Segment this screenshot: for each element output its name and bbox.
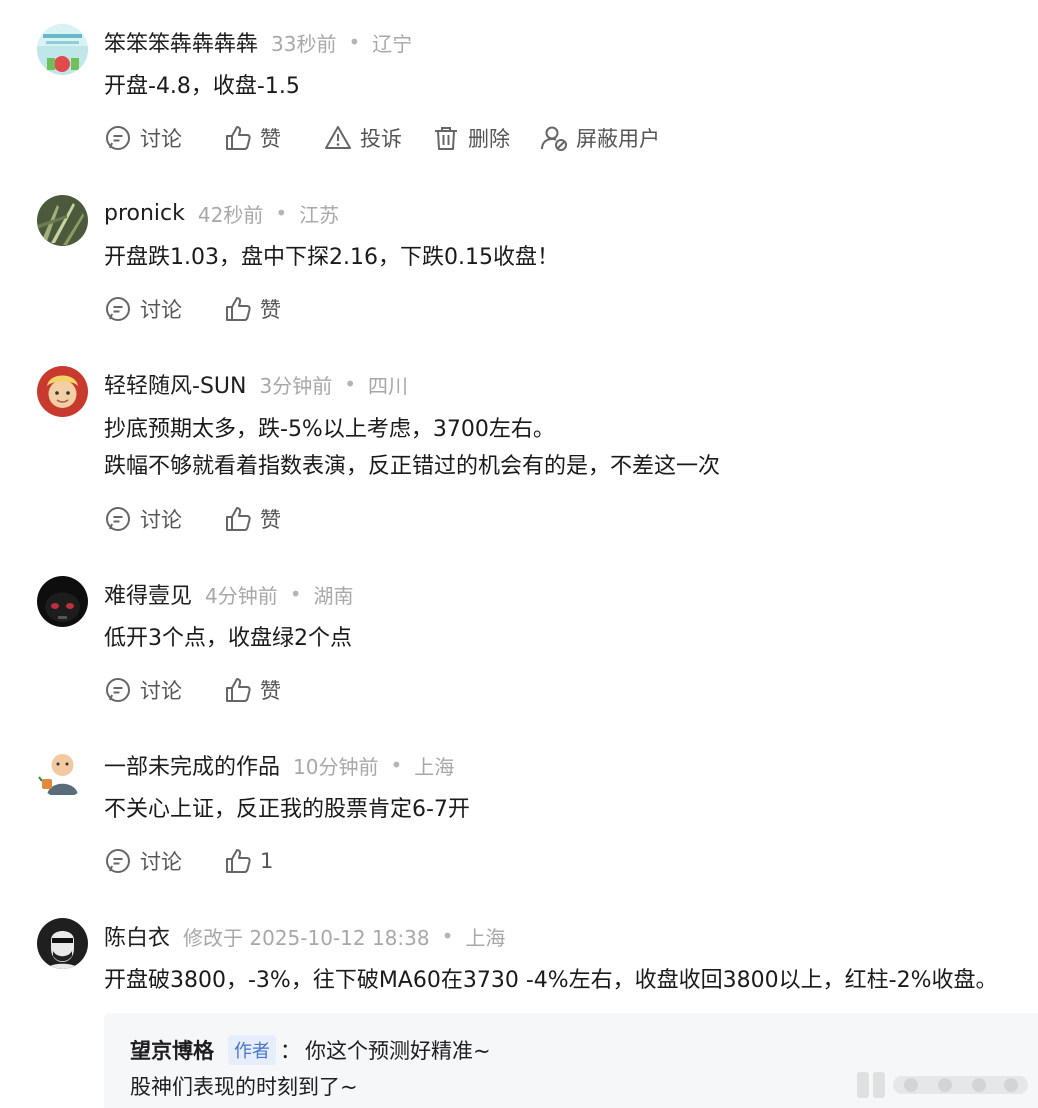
reply-text: 你这个预测好精准~ [305, 1039, 491, 1063]
thumbs-up-icon [224, 847, 252, 875]
delete-label: 删除 [468, 127, 510, 151]
avatar[interactable] [37, 747, 88, 798]
discuss-label: 讨论 [140, 850, 182, 874]
comment-line: 跌幅不够就看着指数表演，反正错过的机会有的是，不差这一次 [104, 454, 721, 479]
block-user-label: 屏蔽用户 [576, 127, 660, 151]
report-button[interactable]: 投诉 [324, 123, 402, 153]
like-label: 赞 [260, 127, 281, 151]
comment-line: 低开3个点，收盘绿2个点 [104, 626, 352, 651]
comment-text: 低开3个点，收盘绿2个点 [104, 620, 352, 657]
comment-text: 开盘跌1.03，盘中下探2.16，下跌0.15收盘！ [104, 239, 559, 276]
discuss-label: 讨论 [140, 127, 182, 151]
separator-dot: • [441, 924, 454, 948]
comment-line: 开盘-4.8，收盘-1.5 [104, 74, 300, 99]
action-bar: 讨论 赞 投诉 删除 屏蔽用户 [104, 121, 660, 155]
chat-bubble-icon [104, 505, 132, 533]
watermark-logo [855, 1066, 1035, 1104]
action-bar: 讨论 赞 [104, 673, 324, 707]
author-badge: 作者 [228, 1035, 276, 1065]
like-button[interactable]: 1 [224, 847, 273, 875]
trash-icon [432, 124, 460, 152]
comment-line: 不关心上证，反正我的股票肯定6-7开 [104, 797, 470, 822]
reply-author-name[interactable]: 望京博格 [130, 1035, 214, 1065]
thumbs-up-icon [224, 295, 252, 323]
discuss-button[interactable]: 讨论 [104, 846, 182, 876]
avatar[interactable] [37, 195, 88, 246]
like-count: 1 [260, 849, 274, 873]
block-user-button[interactable]: 屏蔽用户 [540, 123, 660, 153]
reply-text: 股神们表现的时刻到了~ [130, 1075, 358, 1099]
username[interactable]: 一部未完成的作品 [104, 749, 280, 781]
thumbs-up-icon [224, 124, 252, 152]
like-label: 赞 [260, 508, 281, 532]
timestamp: 33秒前 [271, 31, 337, 56]
warning-icon [324, 124, 352, 152]
separator-dot: • [348, 30, 361, 54]
separator-dot: • [390, 753, 403, 777]
discuss-button[interactable]: 讨论 [104, 504, 182, 534]
like-button[interactable]: 赞 [224, 294, 281, 324]
discuss-label: 讨论 [140, 679, 182, 703]
comment-line: 开盘跌1.03，盘中下探2.16，下跌0.15收盘！ [104, 245, 559, 270]
chat-bubble-icon [104, 295, 132, 323]
timestamp: 10分钟前 [293, 754, 379, 779]
chat-bubble-icon [104, 676, 132, 704]
discuss-button[interactable]: 讨论 [104, 123, 182, 153]
action-bar: 讨论 赞 [104, 292, 324, 326]
comment-text: 抄底预期太多，跌-5%以上考虑，3700左右。 跌幅不够就看着指数表演，反正错过… [104, 411, 720, 485]
separator-dot: • [344, 372, 356, 396]
avatar[interactable] [37, 24, 88, 75]
separator-dot: • [289, 582, 302, 606]
timestamp: 4分钟前 [205, 583, 278, 608]
location: 辽宁 [372, 31, 413, 56]
chat-bubble-icon [104, 124, 132, 152]
thumbs-up-icon [224, 505, 252, 533]
avatar[interactable] [37, 366, 88, 417]
timestamp: 42秒前 [197, 202, 264, 227]
delete-button[interactable]: 删除 [432, 123, 510, 153]
like-button[interactable]: 赞 [224, 675, 281, 705]
username[interactable]: 轻轻随风-SUN [104, 368, 246, 400]
comment-text: 不关心上证，反正我的股票肯定6-7开 [104, 791, 470, 828]
thumbs-up-icon [224, 676, 252, 704]
timestamp: 修改于 2025-10-12 18:38 [183, 925, 430, 950]
avatar[interactable] [37, 576, 88, 627]
location: 湖南 [313, 583, 354, 608]
reply-colon: ： [280, 1039, 301, 1063]
block-user-icon [540, 124, 568, 152]
comment-line: 开盘破3800，-3%，往下破MA60在3730 -4%左右，收盘收回3800以… [104, 968, 998, 993]
report-label: 投诉 [360, 127, 402, 151]
like-label: 赞 [260, 679, 281, 703]
like-button[interactable]: 赞 [224, 123, 281, 153]
username[interactable]: 笨笨笨犇犇犇犇 [104, 26, 258, 58]
discuss-label: 讨论 [140, 508, 182, 532]
chat-bubble-icon [104, 847, 132, 875]
separator-dot: • [275, 201, 288, 225]
discuss-button[interactable]: 讨论 [104, 294, 182, 324]
username[interactable]: 难得壹见 [104, 578, 192, 610]
like-label: 赞 [260, 298, 281, 322]
location: 上海 [414, 754, 455, 779]
comment-line: 抄底预期太多，跌-5%以上考虑，3700左右。 [104, 417, 555, 442]
action-bar: 讨论 赞 [104, 502, 324, 536]
action-bar: 讨论 1 [104, 844, 316, 878]
discuss-button[interactable]: 讨论 [104, 675, 182, 705]
avatar[interactable] [37, 918, 88, 969]
comment-text: 开盘破3800，-3%，往下破MA60在3730 -4%左右，收盘收回3800以… [104, 962, 998, 999]
location: 江苏 [299, 202, 340, 227]
like-button[interactable]: 赞 [224, 504, 281, 534]
timestamp: 3分钟前 [259, 373, 333, 398]
location: 上海 [465, 925, 506, 950]
username[interactable]: 陈白衣 [104, 920, 170, 952]
discuss-label: 讨论 [140, 298, 182, 322]
comment-text: 开盘-4.8，收盘-1.5 [104, 68, 300, 105]
location: 四川 [368, 373, 408, 398]
username[interactable]: pronick [104, 201, 185, 226]
